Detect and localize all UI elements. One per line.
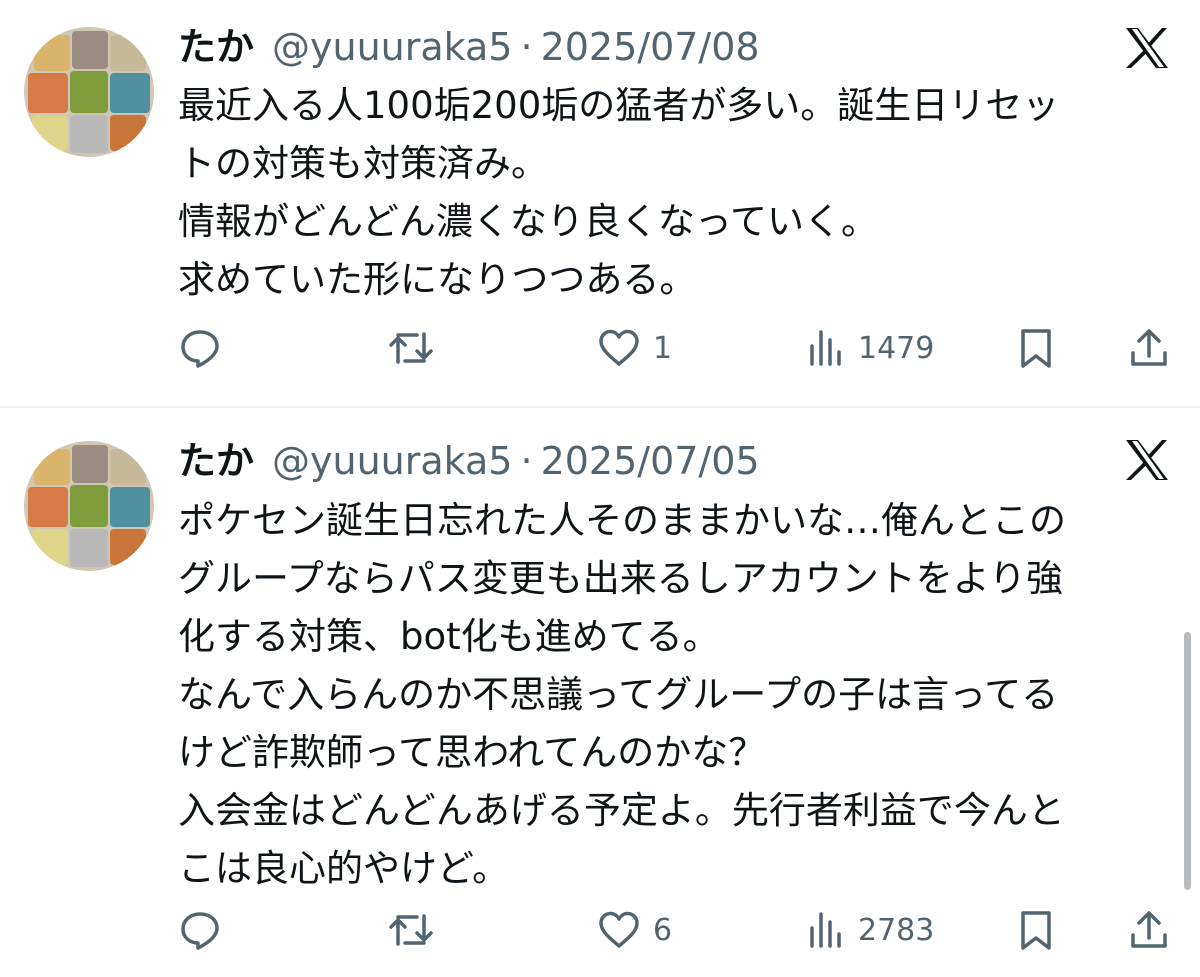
tweet-text: 最近入る人100垢200垢の猛者が多い。誕生日リセッ トの対策も対策済み。 情報… (178, 77, 1178, 309)
reply-bubble-icon (181, 912, 219, 950)
tweet-text: ポケセン誕生日忘れた人そのままかいな…俺んとこの グループならパス変更も出来るし… (178, 492, 1178, 898)
like-count: 1 (653, 330, 673, 366)
separator-dot: · (520, 25, 533, 69)
retweet-button[interactable] (387, 905, 435, 955)
tweet-header: たか @yuuuraka5 · 2025/07/08 (178, 22, 760, 72)
reply-button[interactable] (178, 323, 222, 373)
reply-button[interactable] (178, 905, 222, 955)
bar-chart-icon (810, 912, 841, 948)
tweet-text-line: なんで入らんのか不思議ってグループの子は言ってる (178, 673, 1059, 716)
tweet-actions: 1 1479 (0, 323, 1200, 373)
retweet-arrows-icon (389, 332, 433, 364)
tweet-actions: 6 2783 (0, 905, 1200, 955)
tweet-text-line: 最近入る人100垢200垢の猛者が多い。誕生日リセッ (178, 84, 1060, 127)
bookmark-icon (1021, 329, 1051, 368)
avatar[interactable] (24, 27, 154, 157)
view-count: 1479 (858, 330, 935, 366)
tweet-text-line: グループならパス変更も出来るしアカウントをより強 (178, 557, 1064, 600)
tweet-date[interactable]: 2025/07/08 (541, 22, 760, 72)
tweet-text-line: 化する対策、bot化も進めてる。 (178, 615, 720, 658)
tweet-text-line: 求めていた形になりつつある。 (178, 258, 697, 301)
tweet-text-line: 入会金はどんどんあげる予定よ。先行者利益で今んと (178, 789, 1065, 832)
share-upload-icon (1131, 329, 1167, 366)
avatar[interactable] (24, 441, 154, 571)
x-logo-icon (1126, 28, 1168, 68)
author-handle[interactable]: @yuuuraka5 (272, 22, 512, 72)
tweet-card[interactable]: たか @yuuuraka5 · 2025/07/08 最近入る人100垢200垢… (0, 0, 1200, 406)
tweet-date[interactable]: 2025/07/05 (541, 436, 760, 486)
retweet-arrows-icon (389, 914, 433, 946)
retweet-button[interactable] (387, 323, 435, 373)
heart-icon (599, 329, 639, 366)
author-name[interactable]: たか (178, 22, 254, 72)
reply-bubble-icon (181, 330, 219, 368)
views-button[interactable]: 2783 (806, 905, 934, 955)
tweet-header: たか @yuuuraka5 · 2025/07/05 (178, 436, 760, 486)
view-count: 2783 (858, 912, 935, 948)
like-button[interactable]: 1 (597, 323, 672, 373)
bookmark-button[interactable] (1016, 905, 1056, 955)
tweet-text-line: けど詐欺師って思われてんのかな？ (178, 731, 766, 774)
separator-dot: · (520, 439, 533, 483)
views-button[interactable]: 1479 (806, 323, 934, 373)
tweet-card[interactable]: たか @yuuuraka5 · 2025/07/05 ポケセン誕生日忘れた人その… (0, 408, 1200, 977)
heart-icon (599, 911, 639, 948)
scrollbar[interactable] (1184, 632, 1191, 890)
bar-chart-icon (810, 330, 841, 366)
share-button[interactable] (1127, 323, 1171, 373)
share-button[interactable] (1127, 905, 1171, 955)
x-logo-icon (1126, 440, 1168, 480)
like-count: 6 (653, 912, 673, 948)
author-name[interactable]: たか (178, 436, 254, 486)
bookmark-button[interactable] (1016, 323, 1056, 373)
tweet-text-line: 情報がどんどん濃くなり良くなっていく。 (178, 200, 879, 243)
tweet-text-line: ポケセン誕生日忘れた人そのままかいな…俺んとこの (178, 499, 1066, 542)
tweet-text-line: こは良心的やけど。 (178, 847, 510, 890)
like-button[interactable]: 6 (597, 905, 672, 955)
tweet-text-line: トの対策も対策済み。 (178, 142, 548, 185)
author-handle[interactable]: @yuuuraka5 (272, 436, 512, 486)
share-upload-icon (1131, 911, 1167, 948)
bookmark-icon (1021, 911, 1051, 950)
